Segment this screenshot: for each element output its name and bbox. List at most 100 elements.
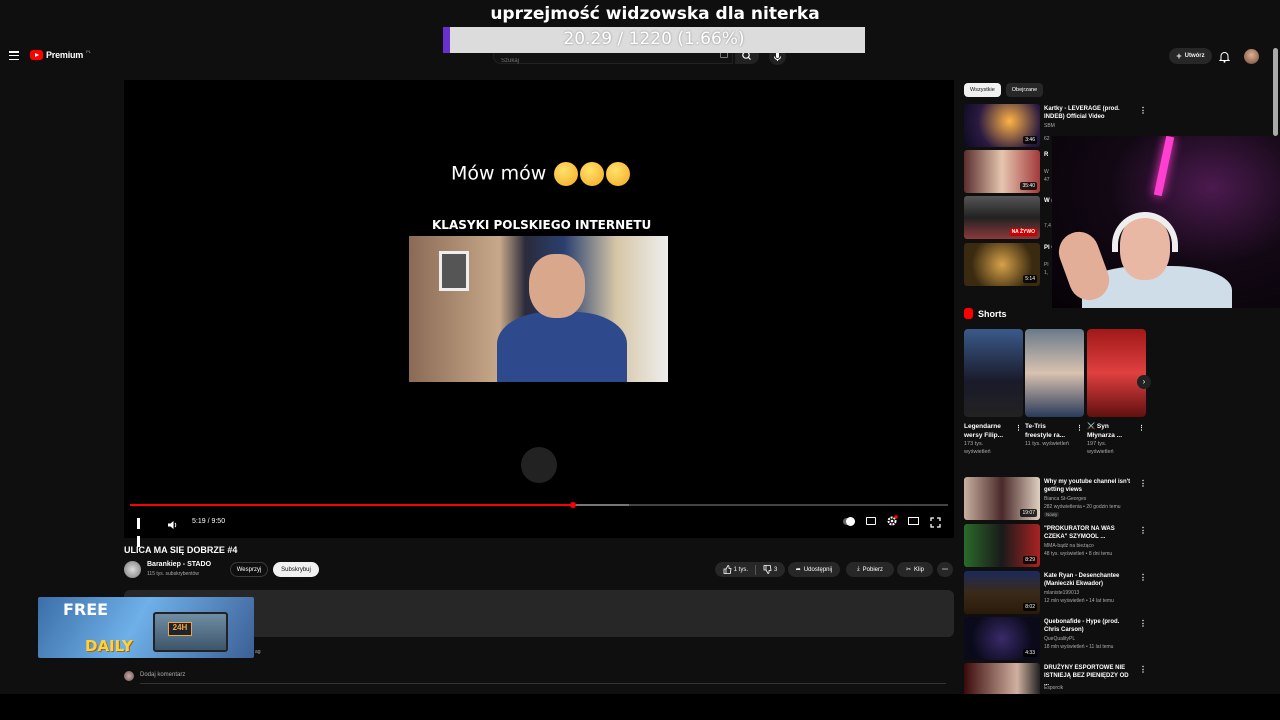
search-input[interactable]	[494, 54, 694, 68]
logo-country: PL	[86, 48, 92, 54]
short-item[interactable]: ⚔️ Syn Młynarza ... 197 tys. wyświetleń …	[1087, 329, 1146, 456]
rec-title[interactable]: Kate Ryan - Desenchantee (Manieczki Ekwa…	[1044, 572, 1134, 588]
more-options-icon[interactable]: ⋮	[1076, 424, 1083, 432]
video-thumbnail[interactable]: 35:40	[964, 150, 1040, 193]
video-thumbnail[interactable]: 19:07	[964, 477, 1040, 520]
recommended-video[interactable]: 8:29 "PROKURATOR NA WAS CZEKA" SZYMOOL .…	[964, 524, 1154, 568]
rec-meta: 282 wyświetlenia • 20 godzin temu	[1044, 504, 1121, 510]
more-options-icon[interactable]: ⋮	[1138, 424, 1145, 432]
add-comment-input[interactable]: Dodaj komentarz	[140, 672, 185, 678]
new-badge: Nowy	[1044, 512, 1060, 517]
channel-name[interactable]: Barankiep - STADO	[147, 561, 211, 568]
settings-gear-icon[interactable]	[886, 514, 898, 532]
create-button[interactable]: + Utwórz	[1169, 48, 1212, 64]
banner-free-text: FREE	[63, 600, 109, 619]
rec-title[interactable]: Why my youtube channel isn't getting vie…	[1044, 478, 1134, 494]
dislike-count: 3	[774, 566, 778, 573]
recommended-video[interactable]: 4:33 Quebonafide - Hype (prod. Chris Car…	[964, 617, 1154, 661]
subscriber-count: 115 tys. subskrybentów	[147, 571, 199, 577]
duration-badge: 19:07	[1020, 509, 1037, 517]
channel-avatar[interactable]	[124, 561, 141, 578]
youtube-premium-logo[interactable]: Premium PL	[30, 48, 92, 60]
like-count: 1 tys.	[733, 566, 748, 573]
shorts-next-arrow-icon[interactable]: ›	[1137, 375, 1151, 389]
video-thumbnail[interactable]: 8:29	[964, 524, 1040, 567]
user-avatar[interactable]	[1244, 49, 1259, 64]
hamburger-menu-icon[interactable]	[9, 51, 19, 61]
more-options-icon[interactable]: ⋮	[1015, 424, 1022, 432]
fullscreen-icon[interactable]	[930, 515, 941, 533]
pause-icon[interactable]	[137, 516, 147, 547]
short-item[interactable]: Te-Tris freestyle ra... 11 tys. wyświetl…	[1025, 329, 1084, 448]
more-options-icon[interactable]: ⋮	[1139, 665, 1147, 674]
dislike-button[interactable]: 3	[763, 565, 777, 574]
short-title[interactable]: ⚔️ Syn Młynarza ...	[1087, 422, 1135, 440]
rec-title[interactable]: Kartky - LEVERAGE (prod. INDEB) Official…	[1044, 105, 1134, 121]
short-thumbnail[interactable]	[1087, 329, 1146, 417]
rec-channel: SBM	[1044, 123, 1055, 129]
share-button[interactable]: ➦ Udostępnij	[788, 562, 840, 577]
streamer-webcam-overlay	[1052, 136, 1280, 308]
donation-goal-text: 20.29 / 1220 (1.66%)	[563, 29, 745, 49]
rec-meta: 18 mln wyświetleń • 11 lat temu	[1044, 644, 1114, 650]
subscribe-button[interactable]: Subskrybuj	[273, 562, 319, 577]
video-thumbnail[interactable]: 8:02	[964, 571, 1040, 614]
volume-icon[interactable]	[167, 517, 179, 535]
thumbs-up-icon	[723, 565, 732, 574]
video-frame-image	[409, 236, 668, 382]
shorts-label: Shorts	[978, 308, 1007, 319]
more-options-icon[interactable]: ⋮	[1139, 619, 1147, 628]
autoplay-toggle[interactable]	[843, 517, 855, 526]
download-button[interactable]: ⤓ Pobierz	[846, 562, 894, 577]
short-views: 197 tys. wyświetleń	[1087, 441, 1114, 455]
rec-channel: Pl	[1044, 262, 1049, 268]
rec-title[interactable]: "PROKURATOR NA WAS CZEKA" SZYMOOL ...	[1044, 525, 1134, 541]
short-title[interactable]: Te-Tris freestyle ra...	[1025, 422, 1073, 440]
rec-meta: 48 tys. wyświetleń • 8 dni temu	[1044, 551, 1113, 557]
laughing-emoji-icon	[606, 162, 631, 186]
video-player[interactable]: Mów mów KLASYKI POLSKIEGO INTERNETU 5:19…	[124, 80, 954, 547]
chip-watched[interactable]: Obejrzane	[1005, 83, 1044, 97]
chip-all[interactable]: Wszystkie	[964, 83, 1001, 97]
bottom-strip	[0, 694, 1280, 720]
recommended-video[interactable]: 19:07 Why my youtube channel isn't getti…	[964, 477, 1154, 521]
video-title: ULICA MA SIĘ DOBRZE #4	[124, 545, 238, 555]
banner-24h-badge: 24H	[168, 622, 192, 636]
duration-badge: 3:46	[1023, 136, 1037, 144]
plus-icon: +	[1176, 51, 1182, 61]
more-options-icon[interactable]: ⋮	[1139, 573, 1147, 582]
short-title[interactable]: Legendarne wersy Filip...	[964, 422, 1012, 440]
video-thumbnail[interactable]: NA ŻYWO	[964, 196, 1040, 239]
like-button[interactable]: 1 tys.	[723, 565, 748, 574]
more-options-icon[interactable]: ⋮	[1139, 106, 1147, 115]
more-options-icon[interactable]: ⋮	[1139, 526, 1147, 535]
rec-title[interactable]: Quebonafide - Hype (prod. Chris Carson)	[1044, 618, 1134, 634]
notifications-bell-icon[interactable]	[1218, 50, 1231, 68]
rec-channel: mlaniste199013	[1044, 590, 1080, 596]
duration-badge: 4:33	[1023, 649, 1037, 657]
short-item[interactable]: Legendarne wersy Filip... 173 tys. wyświ…	[964, 329, 1023, 456]
subtitles-icon[interactable]	[866, 517, 876, 525]
youtube-play-icon	[30, 50, 43, 60]
page-scrollbar[interactable]	[1273, 48, 1278, 136]
theater-mode-icon[interactable]	[908, 517, 919, 525]
laughing-emoji-icon	[580, 162, 605, 186]
video-heading: KLASYKI POLSKIEGO INTERNETU	[432, 218, 652, 232]
recommended-video[interactable]: 8:02 Kate Ryan - Desenchantee (Manieczki…	[964, 571, 1154, 615]
duration-badge: 35:40	[1020, 182, 1037, 190]
video-thumbnail[interactable]: 5:14	[964, 243, 1040, 286]
create-label: Utwórz	[1184, 53, 1205, 59]
progress-bar[interactable]	[130, 502, 948, 508]
scrubber-handle[interactable]	[569, 502, 576, 508]
rec-channel: W	[1044, 169, 1049, 175]
short-thumbnail[interactable]	[964, 329, 1023, 417]
join-button[interactable]: Wesprzyj	[230, 562, 268, 577]
donation-goal-title: uprzejmość widzowska dla niterka	[490, 4, 820, 24]
more-actions-button[interactable]: ⋯	[937, 562, 953, 577]
clip-button[interactable]: ✂ Klip	[897, 562, 933, 577]
short-thumbnail[interactable]	[1025, 329, 1084, 417]
more-options-icon[interactable]: ⋮	[1139, 479, 1147, 488]
video-thumbnail[interactable]: 3:46	[964, 104, 1040, 147]
video-thumbnail[interactable]: 4:33	[964, 617, 1040, 660]
time-display: 5:19 / 9:50	[192, 518, 226, 525]
